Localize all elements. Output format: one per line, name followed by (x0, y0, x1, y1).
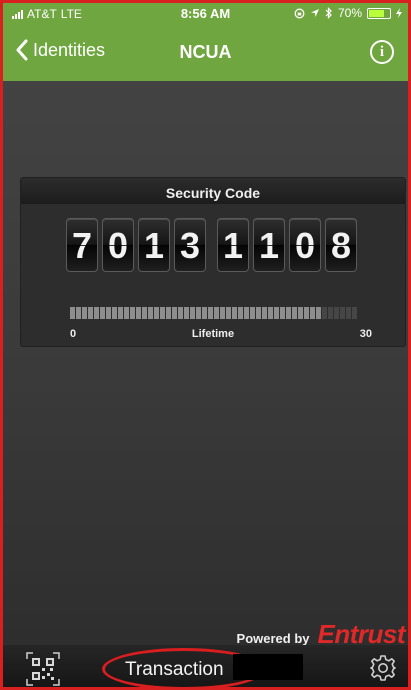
lifetime-segment (124, 307, 129, 319)
lifetime-segment (130, 307, 135, 319)
location-icon (310, 9, 319, 17)
lifetime-segment (226, 307, 231, 319)
bluetooth-icon (325, 7, 332, 19)
bottom-toolbar: Transaction (3, 645, 408, 687)
lifetime-segment (190, 307, 195, 319)
lifetime-segment (352, 307, 357, 319)
code-digit: 3 (174, 218, 206, 272)
transaction-label: Transaction (125, 659, 224, 680)
lifetime-segment (316, 307, 321, 319)
lifetime-segment (184, 307, 189, 319)
lifetime-segment (298, 307, 303, 319)
navigation-bar: Identities NCUA i (3, 25, 408, 81)
code-digit: 7 (66, 218, 98, 272)
lifetime-segment (250, 307, 255, 319)
code-digit: 1 (138, 218, 170, 272)
lifetime-segment (340, 307, 345, 319)
lifetime-segment (166, 307, 171, 319)
info-icon[interactable]: i (370, 40, 394, 64)
lifetime-segment (322, 307, 327, 319)
code-digit: 8 (325, 218, 357, 272)
lifetime-segment (346, 307, 351, 319)
lifetime-segment (292, 307, 297, 319)
lifetime-segment (196, 307, 201, 319)
lifetime-segment (148, 307, 153, 319)
powered-by-text: Powered by (236, 631, 310, 646)
lifetime-max: 30 (359, 328, 372, 340)
lifetime-segment (154, 307, 159, 319)
status-bar: AT&T LTE 8:56 AM 70% (3, 3, 408, 25)
security-code-digits: 7 0 1 3 1 1 0 8 (66, 218, 361, 272)
lifetime-segment (76, 307, 81, 319)
lifetime-segment (268, 307, 273, 319)
lifetime-segment (274, 307, 279, 319)
lifetime-segment (220, 307, 225, 319)
lifetime-segment (232, 307, 237, 319)
lifetime-segment (202, 307, 207, 319)
security-code-title: Security Code (21, 178, 405, 204)
lifetime-segment (262, 307, 267, 319)
gear-icon[interactable] (369, 654, 397, 682)
charging-icon (396, 8, 402, 18)
battery-percent: 70% (337, 6, 362, 20)
lifetime-segment (172, 307, 177, 319)
redaction-block (233, 654, 303, 680)
code-digit: 1 (253, 218, 285, 272)
app-screen: AT&T LTE 8:56 AM 70% Identities NCUA i S… (0, 0, 411, 690)
code-digit: 1 (217, 218, 249, 272)
lifetime-segment (310, 307, 315, 319)
lifetime-segment (256, 307, 261, 319)
lifetime-segment (112, 307, 117, 319)
lifetime-segment (244, 307, 249, 319)
lifetime-segment (136, 307, 141, 319)
back-button[interactable]: Identities (15, 39, 105, 61)
back-button-label: Identities (33, 39, 106, 60)
lifetime-segment (238, 307, 243, 319)
battery-icon (367, 7, 391, 19)
lifetime-segment (118, 307, 123, 319)
lifetime-segment (88, 307, 93, 319)
lifetime-segment (208, 307, 213, 319)
code-digit: 0 (289, 218, 321, 272)
lifetime-segment (94, 307, 99, 319)
lifetime-segment (304, 307, 309, 319)
lifetime-segment (70, 307, 75, 319)
lifetime-segment (328, 307, 333, 319)
lifetime-segment (286, 307, 291, 319)
security-code-card: Security Code 7 0 1 3 1 1 0 8 0 Lifetime… (20, 177, 406, 347)
lifetime-segment (82, 307, 87, 319)
lifetime-progress-bar (70, 307, 357, 319)
status-indicators: 70% (294, 6, 402, 20)
code-digit: 0 (102, 218, 134, 272)
lifetime-segment (106, 307, 111, 319)
lifetime-segment (280, 307, 285, 319)
lifetime-segment (214, 307, 219, 319)
qr-code-icon[interactable] (26, 652, 60, 686)
lock-rotation-icon (294, 8, 305, 18)
lifetime-segment (100, 307, 105, 319)
chevron-left-icon (16, 39, 28, 61)
lifetime-label: Lifetime (191, 328, 235, 340)
lifetime-segment (142, 307, 147, 319)
lifetime-segment (178, 307, 183, 319)
lifetime-segment (160, 307, 165, 319)
lifetime-segment (334, 307, 339, 319)
